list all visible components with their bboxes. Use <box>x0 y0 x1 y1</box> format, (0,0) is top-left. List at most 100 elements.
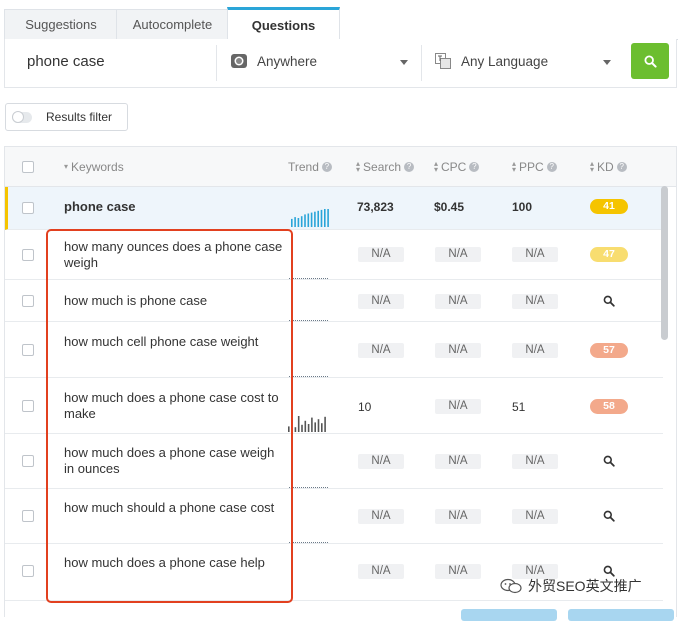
column-label: PPC <box>519 160 544 174</box>
trend-bar <box>294 427 297 432</box>
column-label: CPC <box>441 160 467 174</box>
tab-questions[interactable]: Questions <box>227 7 340 40</box>
trend-bar <box>304 420 307 432</box>
search-button[interactable] <box>631 43 669 79</box>
tab-autocomplete[interactable]: Autocomplete <box>116 9 229 39</box>
row-checkbox[interactable] <box>22 249 34 261</box>
trend-bar <box>317 419 320 432</box>
wechat-icon <box>500 578 522 594</box>
trend-bar <box>320 209 323 227</box>
sort-icon: ▴ ▾ <box>512 159 517 174</box>
select-all-checkbox[interactable] <box>22 161 34 173</box>
row-checkbox[interactable] <box>22 400 34 412</box>
help-icon[interactable]: ? <box>469 162 480 172</box>
divider <box>216 45 217 81</box>
row-checkbox[interactable] <box>22 295 34 307</box>
keyword-cell[interactable]: phone case <box>64 199 284 215</box>
help-icon[interactable]: ? <box>404 162 415 172</box>
sort-icon: ▴ ▾ <box>590 159 595 174</box>
search-volume: N/A <box>358 564 404 579</box>
trend-bar <box>300 216 303 227</box>
cpc-value: N/A <box>435 509 481 524</box>
column-label: Search <box>363 160 402 174</box>
trend-bar <box>314 422 316 432</box>
chevron-down-icon[interactable] <box>603 60 611 65</box>
column-search[interactable]: ▴ ▾ Search? <box>356 159 415 174</box>
kd-badge: 41 <box>590 199 628 214</box>
trend-bar <box>307 424 310 432</box>
results-filter-button[interactable]: Results filter <box>5 103 128 131</box>
export-button[interactable] <box>461 609 557 621</box>
trend-empty <box>289 376 328 377</box>
help-icon[interactable]: ? <box>546 162 557 172</box>
search-volume: N/A <box>358 294 404 309</box>
ppc-value: N/A <box>512 454 558 469</box>
add-to-list-button[interactable] <box>568 609 674 621</box>
tab-label: Questions <box>251 17 316 33</box>
translate-icon <box>435 53 451 69</box>
row-checkbox[interactable] <box>22 344 34 356</box>
filter-toggle[interactable] <box>12 110 32 123</box>
trend-bar <box>291 218 293 227</box>
table-header: ▾ Keywords Trend? ▴ ▾ Search? ▴ ▾ CPC? ▴ ▾ PPC?… <box>5 147 676 187</box>
ppc-value: N/A <box>512 247 558 262</box>
sort-icon: ▴ ▾ <box>356 159 361 174</box>
trend-bar <box>294 217 296 227</box>
column-ppc[interactable]: ▴ ▾ PPC? <box>512 160 557 174</box>
search-volume: N/A <box>358 509 404 524</box>
search-icon[interactable] <box>603 295 615 307</box>
row-checkbox[interactable] <box>22 455 34 467</box>
trend-chart <box>291 209 329 227</box>
row-checkbox[interactable] <box>22 202 34 214</box>
watermark: 外贸SEO英文推广 <box>500 576 642 596</box>
location-value: Anywhere <box>257 53 318 69</box>
help-icon[interactable]: ? <box>616 162 627 172</box>
divider <box>421 45 422 81</box>
trend-bar <box>327 209 329 227</box>
ppc-value: 51 <box>512 400 526 414</box>
column-trend[interactable]: Trend? <box>288 160 332 174</box>
search-volume: N/A <box>358 343 404 358</box>
cpc-value: $0.45 <box>434 200 465 214</box>
trend-bar <box>324 209 326 227</box>
kd-badge: 58 <box>590 399 628 414</box>
search-icon[interactable] <box>603 510 615 522</box>
row-checkbox[interactable] <box>22 565 34 577</box>
globe-icon <box>231 54 247 68</box>
search-volume: N/A <box>358 454 404 469</box>
cpc-value: N/A <box>435 454 481 469</box>
trend-bar <box>311 417 313 432</box>
column-kd[interactable]: ▴ ▾ KD? <box>590 160 627 174</box>
sort-icon: ▴ ▾ <box>434 159 439 174</box>
location-select[interactable]: Anywhere <box>231 53 317 69</box>
trend-empty <box>289 320 328 321</box>
language-select[interactable]: Any Language <box>435 53 548 69</box>
chevron-down-icon[interactable] <box>400 60 408 65</box>
kd-badge: 47 <box>590 247 628 262</box>
table-row[interactable]: phone case 73,823 $0.45 100 41 <box>5 187 666 230</box>
cpc-value: N/A <box>435 247 481 262</box>
ppc-value: N/A <box>512 343 558 358</box>
row-checkbox[interactable] <box>22 510 34 522</box>
table-scrollbar[interactable] <box>661 186 668 340</box>
search-icon[interactable] <box>603 455 615 467</box>
column-cpc[interactable]: ▴ ▾ CPC? <box>434 159 480 174</box>
cpc-value: N/A <box>435 343 481 358</box>
tab-label: Suggestions <box>25 17 97 32</box>
search-input[interactable]: phone case <box>27 53 105 70</box>
tab-suggestions[interactable]: Suggestions <box>4 9 118 39</box>
help-icon[interactable]: ? <box>321 162 332 172</box>
search-volume: 73,823 <box>357 200 394 214</box>
cpc-value: N/A <box>435 564 481 579</box>
trend-bar <box>324 416 326 432</box>
column-label: Trend <box>288 160 319 174</box>
search-icon <box>643 54 657 68</box>
trend-bar <box>304 214 306 227</box>
tab-label: Autocomplete <box>132 17 213 32</box>
trend-bar <box>301 424 303 432</box>
column-keywords[interactable]: ▾ Keywords <box>64 160 124 174</box>
trend-bar <box>310 212 313 227</box>
sort-icon: ▾ <box>64 162 69 171</box>
search-volume: N/A <box>358 247 404 262</box>
search-volume: 10 <box>358 400 372 414</box>
